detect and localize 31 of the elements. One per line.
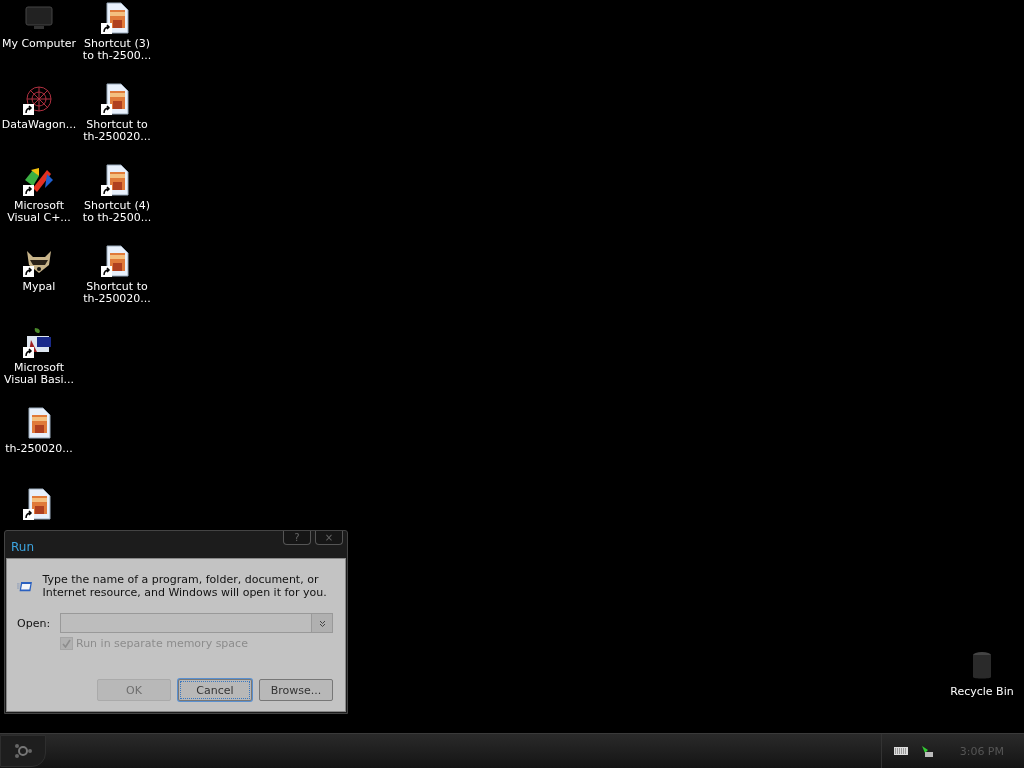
shortcut-arrow-icon	[23, 104, 34, 115]
icon-label[interactable]: Recycle Bin	[944, 686, 1020, 698]
start-button[interactable]	[0, 735, 46, 767]
icon-label[interactable]: My Computer	[1, 38, 77, 50]
shortcut-arrow-icon	[23, 266, 34, 277]
web-icon	[23, 83, 55, 115]
shortcut-arrow-icon	[23, 347, 34, 358]
shortcut-arrow-icon	[23, 185, 34, 196]
icon-label[interactable]: Shortcut to th-250020...	[79, 281, 155, 305]
open-label: Open:	[17, 616, 50, 630]
icon-label[interactable]: Shortcut (4) to th-2500...	[79, 200, 155, 224]
window-title: Run	[11, 539, 34, 554]
dialog-button[interactable]: Cancel	[178, 679, 252, 701]
icon-label[interactable]: Mypal	[1, 281, 77, 293]
icon-label[interactable]: th-250020...	[1, 443, 77, 455]
shortcut-arrow-icon	[101, 185, 112, 196]
icon-label[interactable]: Microsoft Visual Basi...	[1, 362, 77, 386]
keyboard-icon[interactable]	[893, 747, 908, 755]
icon-label[interactable]: Shortcut (3) to th-2500...	[79, 38, 155, 62]
chevron-down-icon	[318, 619, 326, 627]
shortcut-arrow-icon	[101, 266, 112, 277]
dialog-button[interactable]: Browse...	[259, 679, 333, 701]
shortcut-arrow-icon	[101, 23, 112, 34]
instruction-text: Type the name of a program, folder, document, or Internet resource, and Windows will open it for you.	[42, 573, 328, 599]
icon-label[interactable]: Microsoft Visual C+...	[1, 200, 77, 224]
shortcut-arrow-icon	[23, 509, 34, 520]
icon-label[interactable]: Shortcut to th-250020...	[79, 119, 155, 143]
icon-label[interactable]: DataWagon...	[1, 119, 77, 131]
network-icon[interactable]	[919, 744, 934, 758]
shortcut-arrow-icon	[101, 104, 112, 115]
start-orb-icon	[12, 742, 34, 760]
